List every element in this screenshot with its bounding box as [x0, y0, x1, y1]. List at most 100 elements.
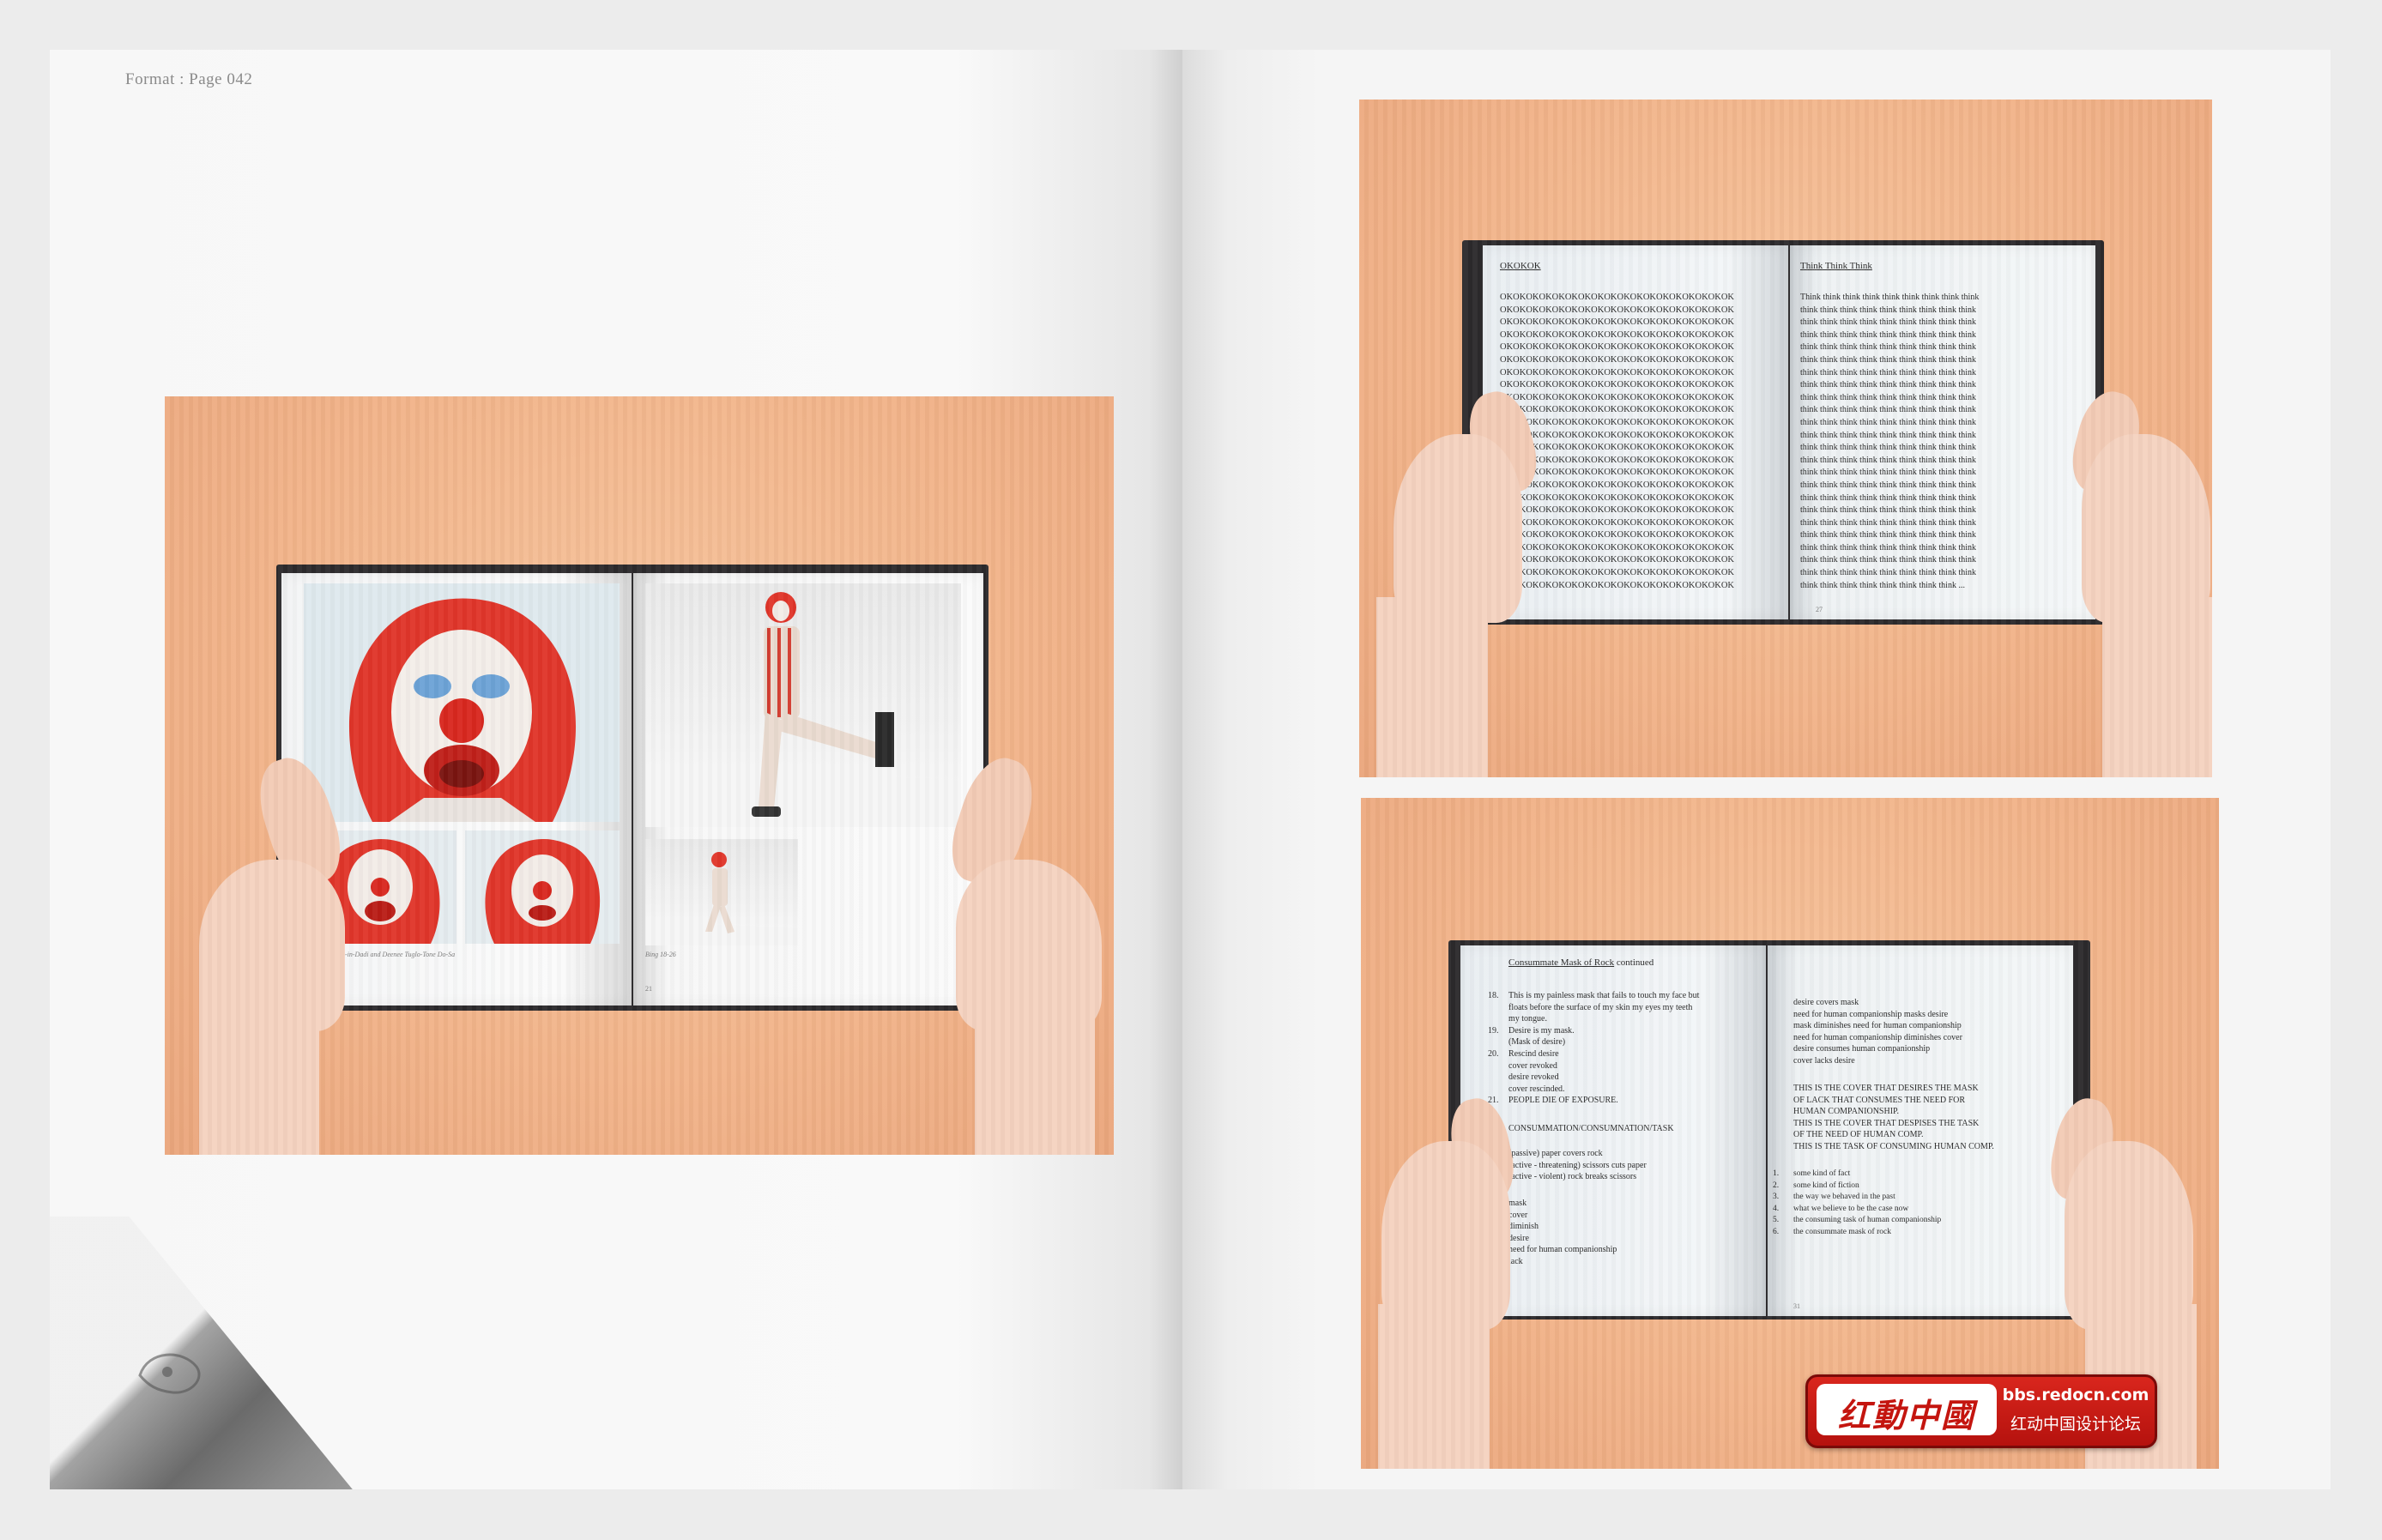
item-number: 4. — [1773, 1204, 1780, 1213]
ok-text-line: OKOKOKOKOKOKOKOKOKOKOKOKOKOKOKOKOKOK — [1500, 367, 1734, 377]
left-heading: Consummate Mask of Rock — [1508, 957, 1615, 968]
think-text-line: Think think think think think think thin… — [1800, 293, 1980, 302]
book-right-page: desire covers mask need for human compani… — [1768, 945, 2073, 1316]
mask-item: my tongue. — [1488, 1013, 1762, 1025]
clown-face-photo — [304, 583, 620, 822]
clown-kicking-illustration — [645, 592, 961, 827]
think-text-line: think think think think think think thin… — [1800, 455, 1977, 465]
caps-line: THIS IS THE COVER THAT DESPISES THE TASK — [1793, 1118, 1980, 1128]
numbered-item: 4.desire — [1488, 1233, 1762, 1245]
clown-thumb-illustration-2 — [485, 839, 601, 944]
item-text: desire — [1508, 1233, 1529, 1243]
left-heading-suffix: continued — [1614, 957, 1654, 968]
think-text-line: think think think think think think thin… — [1800, 342, 1977, 353]
paren-line: (active - threatening) scissors cuts pap… — [1508, 1160, 1647, 1170]
think-text-line: think think think think think think thin… — [1800, 354, 1977, 365]
caption-right: Bing 18-26 — [645, 951, 676, 958]
mask-item-list: 18. This is my painless mask that fails t… — [1488, 990, 1762, 1107]
numbered-item: 1. some kind of fact — [1773, 1169, 2065, 1181]
item-text: some kind of fact — [1793, 1169, 1851, 1178]
think-text-line: think think think think think think thin… — [1800, 392, 1977, 402]
mask-item: floats before the surface of my skin my … — [1488, 1002, 1762, 1014]
think-text-line: think think think think think think thin… — [1800, 417, 1977, 427]
ok-text-line: OKOKOKOKOKOKOKOKOKOKOKOKOKOKOKOKOKOK — [1500, 342, 1734, 353]
think-text-line: think think think think think think thin… — [1800, 555, 1977, 565]
numbered-item: 4. what we believe to be the case now — [1773, 1204, 2065, 1216]
item-number: 3. — [1773, 1193, 1780, 1202]
numbered-item: 3. the way we behaved in the past — [1773, 1192, 2065, 1204]
item-number — [1488, 1036, 1508, 1048]
item-number: 18. — [1488, 991, 1499, 1000]
ok-text-line: OKOKOKOKOKOKOKOKOKOKOKOKOKOKOKOKOKOK — [1500, 329, 1734, 340]
caps-line: THIS IS THE TASK OF CONSUMING HUMAN COMP… — [1793, 1141, 1994, 1151]
right-heading: Think Think Think — [1800, 261, 1872, 271]
site-watermark: 红動中國 bbs.redocn.com 红动中国设计论坛 — [1805, 1374, 2157, 1448]
right-numbered-list: 1. some kind of fact 2. some kind of fictio… — [1773, 1169, 2065, 1239]
left-heading-line: Consummate Mask of Rock continued — [1508, 957, 1653, 968]
caps-line: OF LACK THAT CONSUMES THE NEED FOR — [1793, 1095, 1966, 1105]
right-forearm — [2102, 597, 2212, 777]
ok-text-line: OKOKOKOKOKOKOKOKOKOKOKOKOKOKOKOKOKOK — [1500, 517, 1734, 528]
right-page: OKOKOK OKOKOKOKOKOKOKOKOKOKOKOKOKOKOKOKO… — [1182, 50, 2331, 1489]
item-number: 20. — [1488, 1048, 1499, 1059]
think-text-line: think think think think think think thin… — [1800, 443, 1977, 453]
ok-text-line: OKOKOKOKOKOKOKOKOKOKOKOKOKOKOKOKOKOK — [1500, 580, 1734, 590]
think-text-block: Think think think think think think thin… — [1800, 292, 2089, 601]
item-text: lack — [1508, 1256, 1523, 1266]
watermark-subtitle: 红动中国设计论坛 — [2010, 1415, 2141, 1434]
item-number: 6. — [1773, 1227, 1780, 1236]
item-text: what we believe to be the case now — [1793, 1204, 1909, 1213]
ok-text-line: OKOKOKOKOKOKOKOKOKOKOKOKOKOKOKOKOKOK — [1500, 542, 1734, 553]
ok-text-line: OKOKOKOKOKOKOKOKOKOKOKOKOKOKOKOKOKOK — [1500, 305, 1734, 315]
photo-clown-book: Bozo and Bozo-in-Dadi and Deenee Tuglo-T… — [165, 396, 1114, 1155]
think-text-line: think think think think think think thin… — [1800, 517, 1977, 528]
paren-line: (active - violent) rock breaks scissors — [1508, 1172, 1637, 1182]
think-text-line: think think think think think think thin… — [1800, 380, 1977, 390]
mask-item: cover rescinded. — [1488, 1084, 1762, 1096]
item-text: floats before the surface of my skin my … — [1508, 1002, 1693, 1012]
item-number — [1488, 1060, 1508, 1072]
right-text-line: cover lacks desire — [1793, 1055, 1855, 1066]
right-hand — [2065, 1141, 2193, 1330]
item-number: 5. — [1773, 1216, 1780, 1225]
numbered-item: 3.diminish — [1488, 1221, 1762, 1233]
ok-text-line: OKOKOKOKOKOKOKOKOKOKOKOKOKOKOKOKOKOK — [1500, 417, 1734, 427]
think-text-line: think think think think think think thin… — [1800, 480, 1977, 490]
ok-text-line: OKOKOKOKOKOKOKOKOKOKOKOKOKOKOKOKOKOK — [1500, 568, 1734, 578]
photo-mask-of-rock-book: Consummate Mask of Rock continued 18. Thi… — [1361, 798, 2219, 1469]
clown-small-photo — [645, 839, 798, 945]
numbered-item: 6.lack — [1488, 1256, 1762, 1268]
ok-text-line: OKOKOKOKOKOKOKOKOKOKOKOKOKOKOKOKOKOK — [1500, 443, 1734, 453]
think-text-line: think think think think think think thin… — [1800, 329, 1977, 340]
left-forearm — [1378, 1304, 1490, 1469]
item-number: 2. — [1773, 1181, 1780, 1190]
right-text-line: desire covers mask — [1793, 998, 1859, 1007]
think-text-line: think think think think think think thin… — [1800, 580, 1965, 590]
item-text: PEOPLE DIE OF EXPOSURE. — [1508, 1096, 1618, 1106]
left-forearm — [199, 997, 319, 1155]
left-hand — [1381, 1141, 1510, 1330]
numbered-item: 5. the consuming task of human companions… — [1773, 1215, 2065, 1227]
think-text-line: think think think think think think thin… — [1800, 317, 1977, 328]
item-number — [1488, 1072, 1508, 1084]
item-text: cover revoked — [1508, 1060, 1557, 1071]
clown-thumb-photo-2 — [465, 830, 620, 944]
left-numbered-list: 1.mask2.cover3.diminish4.desire5.need fo… — [1488, 1198, 1762, 1268]
mask-item: 21. PEOPLE DIE OF EXPOSURE. — [1488, 1095, 1762, 1107]
think-text-line: think think think think think think thin… — [1800, 468, 1977, 478]
page-number-right: 21 — [645, 985, 652, 993]
right-text-line: need for human companionship masks desir… — [1793, 1009, 1949, 1019]
item-text: the consummate mask of rock — [1793, 1227, 1891, 1236]
item-text: This is my painless mask that fails to t… — [1508, 991, 1700, 1000]
mask-item: desire revoked — [1488, 1072, 1762, 1084]
left-hand — [1394, 434, 1522, 623]
right-text-line: desire consumes human companionship — [1793, 1044, 1931, 1054]
folio: Format : Page 042 — [125, 70, 253, 88]
page-number-right: 31 — [1793, 1302, 1800, 1310]
item-number — [1488, 1013, 1508, 1025]
clown-small-illustration — [645, 852, 798, 945]
item-text: my tongue. — [1508, 1014, 1547, 1024]
numbered-item: 6. the consummate mask of rock — [1773, 1227, 2065, 1239]
ok-text-line: OKOKOKOKOKOKOKOKOKOKOKOKOKOKOKOKOKOK — [1500, 468, 1734, 478]
mask-item: cover revoked — [1488, 1060, 1762, 1072]
